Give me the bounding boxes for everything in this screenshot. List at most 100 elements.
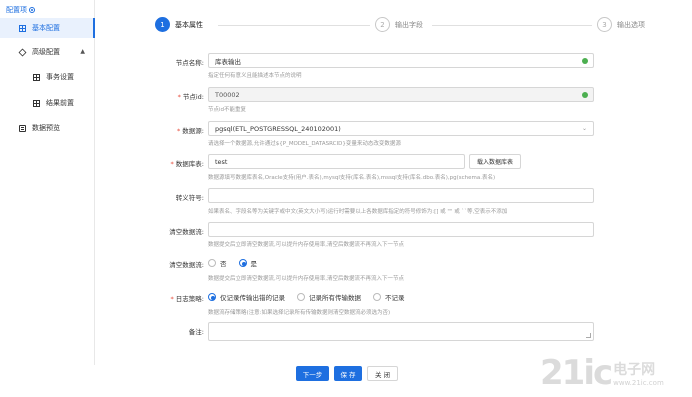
chevron-down-icon: ⌄ [581,125,587,132]
radio-label: 否 [220,260,227,268]
step-connector [218,25,370,26]
valid-icon [582,58,588,64]
grid-icon [33,99,40,107]
chevron-up-icon: ▲ [80,48,85,55]
valid-icon [582,92,588,98]
step-basic-properties[interactable]: 1 基本属性 [155,17,203,32]
radio-circle[interactable] [208,259,216,267]
remark-label-text: 备注: [188,328,204,336]
table-name-hint: 数据源填写数据库表名,Oracle支持(用户.表名),mysql支持(库名.表名… [208,175,496,181]
step-label: 基本属性 [175,20,203,29]
radio-circle[interactable] [297,293,305,301]
step-output-options[interactable]: 3 输出选项 [597,17,645,32]
required-marker: * [170,295,174,303]
radio-circle[interactable] [208,293,216,301]
clear-dataflow-label-text: 清空数据流: [169,228,204,236]
clear-dataflow-radio-label-text: 清空数据流: [169,261,204,269]
required-marker: * [170,160,174,168]
log-strategy-hint: 数据流存储策略(注意:如果选择记录所有传输数据则清空数据流必须选为否) [208,310,391,316]
target-icon[interactable] [29,7,35,13]
sidebar-header-label: 配置项 [6,6,27,14]
remark-textarea[interactable] [208,322,594,341]
radio-label: 不记录 [385,294,405,302]
datasource-label: * 数据源: [130,125,204,135]
table-name-value: test [215,157,228,166]
required-marker: * [177,93,181,101]
watermark-big-text: 21ic [540,352,613,393]
node-name-input[interactable]: 库表输出 [208,53,594,68]
sidebar-item-label: 基本配置 [32,24,60,32]
log-strategy-radio-group: 仅记录传输出错的记录 记录所有传输数据 不记录 [208,292,405,302]
radio-label: 是 [250,260,258,268]
sidebar-item-label: 结果前置 [46,99,74,107]
required-marker: * [177,127,181,135]
sidebar-item-label: 事务设置 [46,73,74,81]
node-name-value: 库表输出 [215,57,241,66]
watermark-url-text: www.21ic.com [613,378,664,387]
node-id-label-text: 节点id: [182,93,204,101]
clear-dataflow-label: 清空数据流: [130,226,204,236]
clear-dataflow-radio-group: 否 是 [208,258,257,268]
datasource-hint: 请选择一个数据源,允许通过${P_MODEL_DATASRCID}变量来动态改变… [208,141,401,147]
clear-dataflow-hint: 数据提交后立即清空数据流,可以提升内存使用率,清空后数据流不再流入下一节点 [208,242,404,248]
escape-char-input[interactable] [208,188,594,203]
sidebar: 配置项 基本配置 高级配置 ▲ 事务设置 结果前置 数据预览 [0,0,95,365]
cube-icon [18,48,27,56]
log-option-all[interactable]: 记录所有传输数据 [297,292,361,302]
escape-char-label-text: 转义符号: [175,194,204,202]
sidebar-header: 配置项 [6,5,35,15]
remark-label: 备注: [130,326,204,336]
log-strategy-label-text: 日志策略: [175,295,204,303]
step-number: 1 [155,17,170,32]
watermark-small: 电子网 www.21ic.com [613,359,664,387]
node-id-hint: 节点id不能重复 [208,107,247,113]
node-id-value: T00002 [215,90,240,99]
step-label: 输出选项 [617,20,645,29]
escape-char-hint: 如果表名、字段名等为关键字或中文(英文大小写)运行时需要以上各数据库指定的符号修… [208,209,508,215]
next-step-button[interactable]: 下一步 [296,366,329,381]
radio-label: 记录所有传输数据 [309,294,361,302]
node-name-label: 节点名称: [130,57,204,67]
datasource-label-text: 数据源: [182,127,204,135]
step-output-fields[interactable]: 2 输出字段 [375,17,423,32]
step-number: 3 [597,17,612,32]
sidebar-item-label: 高级配置 [32,48,60,56]
clear-dataflow-option-yes[interactable]: 是 [238,258,258,268]
log-option-errors-only[interactable]: 仅记录传输出错的记录 [208,292,285,302]
watermark-cn-text: 电子网 [613,361,656,378]
step-connector [432,25,592,26]
table-name-label-text: 数据库表: [175,160,204,168]
grid-icon [19,24,26,32]
log-option-none[interactable]: 不记录 [373,292,405,302]
node-name-hint: 指定任何有意义且能描述本节点的说明 [208,73,302,79]
sidebar-item-advanced-config[interactable]: 高级配置 ▲ [0,42,95,62]
load-tables-button[interactable]: 载入数据库表 [469,154,521,169]
grid-icon [33,73,40,81]
log-strategy-label: * 日志策略: [130,293,204,303]
watermark-logo: 21ic 电子网 www.21ic.com [540,350,690,395]
database-icon [19,124,26,132]
radio-circle[interactable] [373,293,381,301]
sidebar-item-label: 数据预览 [32,124,60,132]
step-label: 输出字段 [395,20,423,29]
datasource-value: pgsql(ETL_POSTGRESSQL_240102001) [215,124,341,133]
clear-dataflow-radio-hint: 数据提交后立即清空数据流,可以提升内存使用率,清空后数据流不再流入下一节点 [208,276,404,282]
sidebar-item-transaction-settings[interactable]: 事务设置 [0,67,95,87]
table-name-input[interactable]: test [208,154,465,169]
step-number: 2 [375,17,390,32]
sidebar-item-data-preview[interactable]: 数据预览 [0,118,95,138]
radio-circle[interactable] [238,259,247,267]
sidebar-item-result-prefix[interactable]: 结果前置 [0,93,95,113]
node-id-label: * 节点id: [130,91,204,101]
clear-dataflow-radio-label: 清空数据流: [130,259,204,269]
node-name-label-text: 节点名称: [175,59,204,67]
close-button[interactable]: 关 闭 [367,366,398,381]
node-id-input[interactable]: T00002 [208,87,594,102]
clear-dataflow-option-no[interactable]: 否 [208,258,227,268]
escape-char-label: 转义符号: [130,192,204,202]
datasource-select[interactable]: pgsql(ETL_POSTGRESSQL_240102001) ⌄ [208,121,594,136]
sidebar-item-basic-config[interactable]: 基本配置 [0,18,95,38]
table-name-label: * 数据库表: [130,158,204,168]
clear-dataflow-input[interactable] [208,222,594,237]
save-button[interactable]: 保 存 [334,366,362,381]
